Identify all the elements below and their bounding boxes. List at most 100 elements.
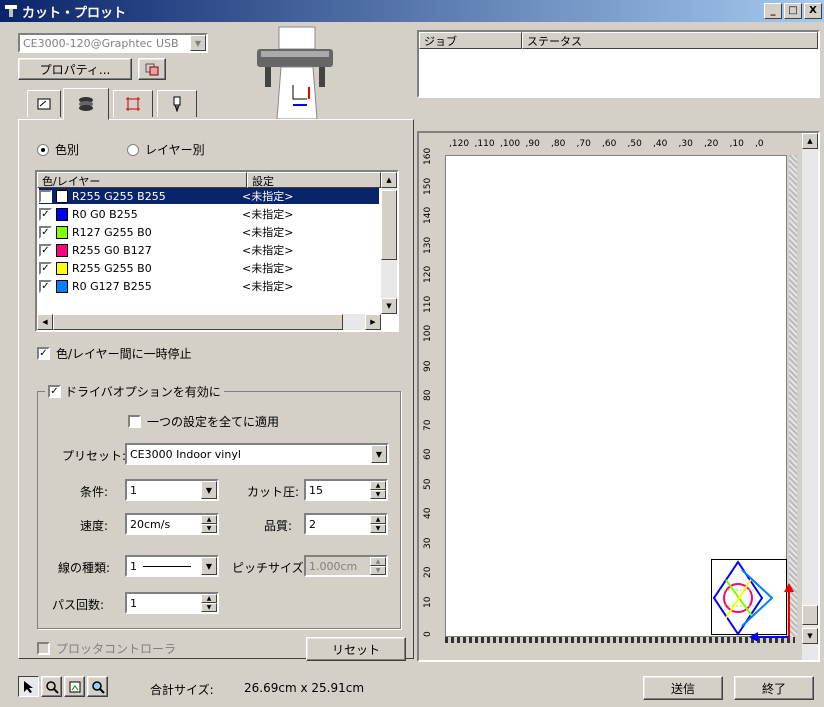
hscroll-thumb[interactable] [53, 314, 343, 330]
passes-input[interactable]: 1 ▲ ▼ [125, 592, 219, 614]
ruler-tick-label: 70 [423, 419, 433, 431]
device-select[interactable]: CE3000-120@Graphtec USB ▼ [18, 33, 208, 53]
pause-between-option[interactable]: ✓ 色/レイヤー間に一時停止 [37, 345, 192, 362]
ruler-tick-label: 0 [423, 631, 433, 637]
speed-input[interactable]: 20cm/s ▲ ▼ [125, 513, 219, 535]
ruler-tick-label: 160 [423, 147, 433, 165]
pause-between-checkbox[interactable]: ✓ [37, 347, 50, 360]
mode-by-color[interactable]: 色別 [37, 141, 79, 158]
zoom-icon [45, 680, 59, 694]
ruler-tick-label: 40 [423, 507, 433, 519]
force-spinner[interactable]: ▲ ▼ [370, 481, 386, 499]
ruler-tick-label: ,60 [602, 139, 617, 149]
pitch-spinner[interactable]: ▲ ▼ [370, 557, 386, 575]
ruler-tick-label: 30 [423, 537, 433, 549]
preview-vscrollbar[interactable]: ▲ ▼ [802, 133, 818, 660]
layer-checkbox[interactable]: ✓ [39, 243, 52, 257]
layer-vscrollbar[interactable]: ▲ ▼ [381, 172, 397, 314]
minimize-button[interactable]: _ [764, 3, 782, 19]
tab-plot[interactable] [27, 90, 61, 117]
tab-layers[interactable] [63, 88, 109, 120]
scroll-thumb[interactable] [381, 190, 397, 260]
scroll-right-icon[interactable]: ▶ [365, 314, 381, 330]
pitch-label: ピッチサイズ: [232, 561, 308, 575]
plotter-controller-option[interactable]: プロッタコントローラ [37, 640, 176, 657]
close-button[interactable]: X [804, 3, 822, 19]
scroll-down-icon[interactable]: ▼ [802, 628, 818, 644]
scroll-left-icon[interactable]: ◀ [37, 314, 53, 330]
layer-row[interactable]: ✓ R0 G0 B255 <未指定> [39, 206, 379, 222]
reset-button[interactable]: リセット [306, 637, 406, 661]
tab-marks[interactable] [113, 90, 153, 117]
zoom-tool-button[interactable] [41, 676, 62, 697]
layer-column-header[interactable]: 色/レイヤー [37, 172, 247, 188]
linetype-select[interactable]: 1 ▼ [125, 555, 219, 577]
scroll-up-icon[interactable]: ▲ [381, 172, 397, 188]
quality-spinner[interactable]: ▲ ▼ [370, 515, 386, 533]
linetype-label: 線の種類: [58, 561, 111, 575]
condition-select[interactable]: 1 ▼ [125, 479, 219, 501]
quality-input[interactable]: 2 ▲ ▼ [304, 513, 388, 535]
layer-checkbox[interactable]: ✓ [39, 207, 52, 221]
job-table[interactable]: ジョブ ステータス [417, 30, 820, 98]
by-layer-radio[interactable] [127, 143, 139, 156]
maximize-button[interactable]: □ [784, 3, 802, 19]
speed-spinner[interactable]: ▲ ▼ [201, 515, 217, 533]
properties-button[interactable]: プロパティ... [18, 58, 132, 80]
layer-checkbox[interactable]: ✓ [39, 189, 52, 203]
exit-button[interactable]: 終了 [734, 676, 814, 700]
force-input[interactable]: 15 ▲ ▼ [304, 479, 388, 501]
chevron-down-icon: ▼ [190, 35, 206, 51]
ruler-tick-label: ,110 [474, 139, 495, 149]
layer-row[interactable]: ✓ R255 G0 B127 <未指定> [39, 242, 379, 258]
preview-scroll-thumb[interactable] [802, 605, 818, 625]
layer-row[interactable]: ✓ R127 G255 B0 <未指定> [39, 224, 379, 240]
tab-tool[interactable] [157, 90, 197, 117]
ruler-tick-label: ,30 [678, 139, 693, 149]
marks-tab-icon [126, 97, 140, 111]
layer-list[interactable]: 色/レイヤー 設定 ✓ R255 G255 B255 <未指定> ✓ R0 G0 B25… [35, 170, 399, 332]
driver-options-toggle[interactable]: ✓ ドライバオプションを有効に [45, 383, 224, 400]
title-bar: カット・プロット _ □ X [0, 0, 824, 22]
apply-all-option[interactable]: 一つの設定を全てに適用 [128, 413, 279, 430]
layer-row[interactable]: ✓ R255 G255 B0 <未指定> [39, 260, 379, 276]
layer-checkbox[interactable]: ✓ [39, 225, 52, 239]
color-swatch [56, 279, 68, 293]
zoom-fit-button[interactable] [87, 676, 108, 697]
driver-options-label: ドライバオプションを有効に [65, 385, 221, 399]
status-column-header[interactable]: ステータス [522, 32, 818, 49]
apply-all-checkbox[interactable] [128, 415, 141, 428]
plotter-controller-checkbox[interactable] [37, 642, 50, 655]
pitch-input[interactable]: 1.000cm ▲ ▼ [304, 555, 388, 577]
layer-hscrollbar[interactable]: ◀ ▶ [37, 314, 381, 330]
ruler-tick-label: ,100 [500, 139, 521, 149]
layer-setting: <未指定> [242, 262, 294, 275]
setting-column-header[interactable]: 設定 [247, 172, 381, 188]
chevron-down-icon: ▼ [201, 557, 217, 575]
layer-row[interactable]: ✓ R255 G255 B255 <未指定> [39, 188, 379, 204]
select-tool-button[interactable] [18, 676, 39, 697]
layer-row[interactable]: ✓ R0 G127 B255 <未指定> [39, 278, 379, 294]
swap-button[interactable] [138, 58, 166, 80]
device-select-value: CE3000-120@Graphtec USB [23, 36, 179, 50]
left-ruler: 160 150 140 130 120 110 100 90 80 70 60 50 40 30 20 10 0 [421, 148, 441, 653]
preset-select[interactable]: CE3000 Indoor vinyl ▼ [125, 443, 389, 465]
scroll-up-icon[interactable]: ▲ [802, 133, 818, 149]
layer-checkbox[interactable]: ✓ [39, 261, 52, 275]
layer-checkbox[interactable]: ✓ [39, 279, 52, 293]
passes-spinner[interactable]: ▲ ▼ [201, 594, 217, 612]
send-button[interactable]: 送信 [643, 676, 723, 700]
view-tools [18, 676, 108, 697]
layers-tab-icon [79, 97, 93, 111]
by-color-radio[interactable] [37, 143, 49, 156]
scroll-down-icon[interactable]: ▼ [381, 298, 397, 314]
mode-by-layer[interactable]: レイヤー別 [127, 141, 205, 158]
job-column-header[interactable]: ジョブ [419, 32, 522, 49]
driver-options-checkbox[interactable]: ✓ [48, 385, 61, 398]
fit-page-button[interactable] [64, 676, 85, 697]
app-icon [5, 5, 17, 17]
ruler-tick-label: ,0 [755, 139, 764, 149]
ruler-tick-label: 130 [423, 236, 433, 254]
ruler-tick-label: 90 [423, 360, 433, 372]
preview-panel[interactable]: ,120 ,110 ,100 ,90 ,80 ,70 ,60 ,50 ,40 ,30 ,20 ,10,… [417, 131, 820, 662]
